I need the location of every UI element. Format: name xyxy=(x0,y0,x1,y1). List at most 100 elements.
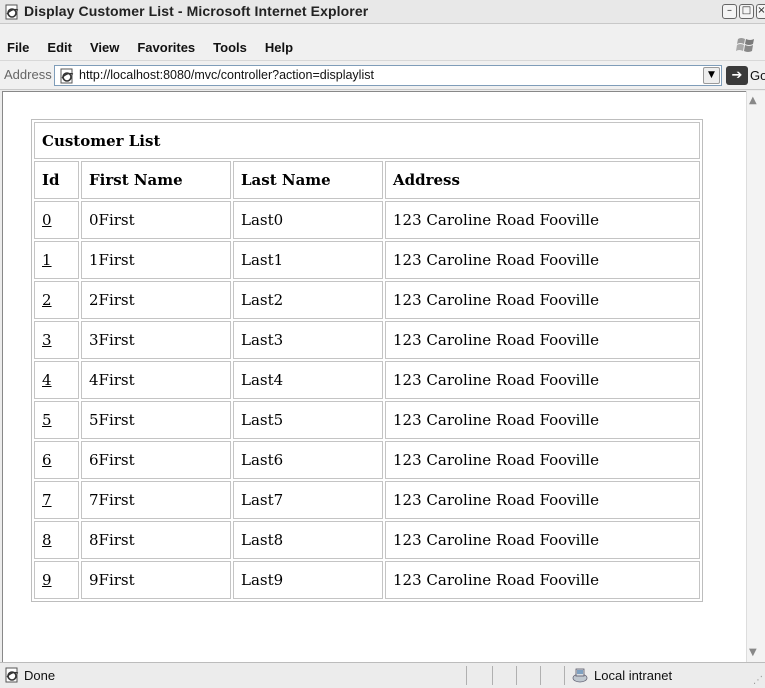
cell-address: 123 Caroline Road Fooville xyxy=(385,361,700,399)
address-url: http://localhost:8080/mvc/controller?act… xyxy=(79,68,374,82)
table-row: 4 4First Last4 123 Caroline Road Foovill… xyxy=(34,361,700,399)
menu-file[interactable]: File xyxy=(7,36,29,60)
cell-first-name: 7First xyxy=(81,481,231,519)
title-bar[interactable]: Display Customer List - Microsoft Intern… xyxy=(0,0,765,24)
table-header-row: Id First Name Last Name Address xyxy=(34,161,700,199)
go-arrow-icon[interactable]: ➔ xyxy=(726,66,748,85)
vertical-scrollbar[interactable]: ▲ ▼ xyxy=(746,91,765,662)
cell-id: 5 xyxy=(34,401,79,439)
menu-list: File Edit View Favorites Tools Help xyxy=(0,36,311,60)
customer-id-link[interactable]: 1 xyxy=(42,251,52,269)
cell-last-name: Last3 xyxy=(233,321,383,359)
cell-first-name: 6First xyxy=(81,441,231,479)
header-id: Id xyxy=(34,161,79,199)
cell-address: 123 Caroline Road Fooville xyxy=(385,281,700,319)
maximize-button[interactable]: □ xyxy=(739,4,754,19)
customer-id-link[interactable]: 8 xyxy=(42,531,52,549)
menu-edit[interactable]: Edit xyxy=(47,36,72,60)
table-row: 2 2First Last2 123 Caroline Road Foovill… xyxy=(34,281,700,319)
menu-tools[interactable]: Tools xyxy=(213,36,247,60)
cell-address: 123 Caroline Road Fooville xyxy=(385,561,700,599)
scroll-down-arrow-icon[interactable]: ▼ xyxy=(749,647,757,658)
cell-address: 123 Caroline Road Fooville xyxy=(385,241,700,279)
ie-page-icon xyxy=(60,68,74,84)
cell-last-name: Last2 xyxy=(233,281,383,319)
table-row: 6 6First Last6 123 Caroline Road Foovill… xyxy=(34,441,700,479)
cell-address: 123 Caroline Road Fooville xyxy=(385,441,700,479)
cell-last-name: Last5 xyxy=(233,401,383,439)
cell-id: 6 xyxy=(34,441,79,479)
customer-id-link[interactable]: 4 xyxy=(42,371,52,389)
header-address: Address xyxy=(385,161,700,199)
local-intranet-icon xyxy=(572,668,588,683)
ie-page-icon xyxy=(5,4,19,20)
cell-first-name: 9First xyxy=(81,561,231,599)
window-title: Display Customer List - Microsoft Intern… xyxy=(24,3,369,19)
menu-favorites[interactable]: Favorites xyxy=(137,36,195,60)
table-title: Customer List xyxy=(34,122,700,159)
status-divider xyxy=(540,666,541,685)
cell-id: 1 xyxy=(34,241,79,279)
cell-first-name: 2First xyxy=(81,281,231,319)
customer-table: Customer List Id First Name Last Name Ad… xyxy=(31,119,703,602)
close-button[interactable]: × xyxy=(756,4,765,19)
customer-id-link[interactable]: 3 xyxy=(42,331,52,349)
cell-first-name: 5First xyxy=(81,401,231,439)
cell-id: 4 xyxy=(34,361,79,399)
status-text: Done xyxy=(24,668,56,683)
status-divider xyxy=(564,666,565,685)
cell-last-name: Last8 xyxy=(233,521,383,559)
table-row: 8 8First Last8 123 Caroline Road Foovill… xyxy=(34,521,700,559)
customer-id-link[interactable]: 2 xyxy=(42,291,52,309)
customer-id-link[interactable]: 9 xyxy=(42,571,52,589)
cell-last-name: Last1 xyxy=(233,241,383,279)
menu-help[interactable]: Help xyxy=(265,36,293,60)
cell-first-name: 1First xyxy=(81,241,231,279)
cell-address: 123 Caroline Road Fooville xyxy=(385,201,700,239)
table-row: 3 3First Last3 123 Caroline Road Foovill… xyxy=(34,321,700,359)
table-row: 9 9First Last9 123 Caroline Road Foovill… xyxy=(34,561,700,599)
header-first-name: First Name xyxy=(81,161,231,199)
security-zone-label: Local intranet xyxy=(594,668,673,683)
cell-last-name: Last4 xyxy=(233,361,383,399)
customer-id-link[interactable]: 6 xyxy=(42,451,52,469)
browser-window: Display Customer List - Microsoft Intern… xyxy=(0,0,765,688)
address-bar: Address http://localhost:8080/mvc/contro… xyxy=(0,61,765,90)
customer-id-link[interactable]: 5 xyxy=(42,411,52,429)
address-label: Address xyxy=(4,67,52,82)
minimize-button[interactable]: – xyxy=(722,4,737,19)
table-title-row: Customer List xyxy=(34,122,700,159)
status-divider xyxy=(516,666,517,685)
cell-id: 2 xyxy=(34,281,79,319)
cell-id: 0 xyxy=(34,201,79,239)
ie-page-icon xyxy=(5,667,19,683)
cell-last-name: Last7 xyxy=(233,481,383,519)
menu-view[interactable]: View xyxy=(90,36,119,60)
cell-last-name: Last6 xyxy=(233,441,383,479)
customer-id-link[interactable]: 0 xyxy=(42,211,52,229)
address-input[interactable]: http://localhost:8080/mvc/controller?act… xyxy=(54,65,722,86)
table-row: 7 7First Last7 123 Caroline Road Foovill… xyxy=(34,481,700,519)
cell-last-name: Last0 xyxy=(233,201,383,239)
page-content: Customer List Id First Name Last Name Ad… xyxy=(2,91,746,662)
go-button-label[interactable]: Go xyxy=(750,68,765,83)
status-divider xyxy=(466,666,467,685)
cell-first-name: 8First xyxy=(81,521,231,559)
cell-id: 3 xyxy=(34,321,79,359)
address-dropdown-button[interactable]: ▼ xyxy=(703,67,720,84)
cell-id: 7 xyxy=(34,481,79,519)
table-row: 5 5First Last5 123 Caroline Road Foovill… xyxy=(34,401,700,439)
resize-grip-icon[interactable]: ⋰ xyxy=(753,675,763,686)
customer-id-link[interactable]: 7 xyxy=(42,491,52,509)
cell-address: 123 Caroline Road Fooville xyxy=(385,401,700,439)
cell-address: 123 Caroline Road Fooville xyxy=(385,521,700,559)
header-last-name: Last Name xyxy=(233,161,383,199)
status-bar: Done Local intranet ⋰ xyxy=(0,662,765,688)
cell-id: 9 xyxy=(34,561,79,599)
cell-id: 8 xyxy=(34,521,79,559)
table-row: 0 0First Last0 123 Caroline Road Foovill… xyxy=(34,201,700,239)
windows-logo-icon xyxy=(736,38,754,52)
status-divider xyxy=(492,666,493,685)
scroll-up-arrow-icon[interactable]: ▲ xyxy=(749,95,757,106)
table-row: 1 1First Last1 123 Caroline Road Foovill… xyxy=(34,241,700,279)
